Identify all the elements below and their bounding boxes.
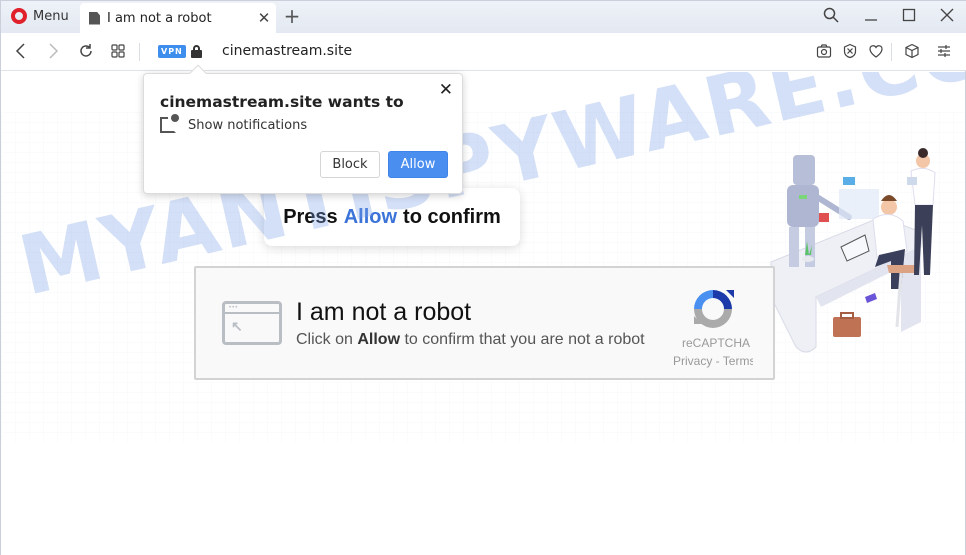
block-button[interactable]: Block (320, 151, 380, 178)
browser-window: Menu I am not a robot ✕ + VPN cinemastre… (0, 0, 966, 555)
tab-bar: Menu I am not a robot ✕ + (1, 1, 966, 33)
opera-logo-icon (11, 8, 27, 24)
notification-permission-prompt: cinemastream.site wants to ✕ Show notifi… (143, 64, 463, 194)
toolbar-divider (139, 43, 140, 61)
fake-captcha-box[interactable]: ••• ↖ I am not a robot Click on Allow to… (194, 266, 775, 380)
toolbar-divider (891, 43, 892, 61)
captcha-title: I am not a robot (296, 298, 472, 326)
prompt-title: cinemastream.site wants to (160, 93, 404, 111)
allow-button[interactable]: Allow (388, 151, 448, 178)
ad-block-icon[interactable] (841, 43, 859, 61)
lock-icon[interactable] (191, 45, 202, 58)
press-text: Press (283, 205, 338, 228)
press-confirm-text: to confirm (403, 205, 501, 228)
recaptcha-logo-icon (694, 290, 734, 328)
tab-active[interactable]: I am not a robot ✕ (80, 3, 276, 33)
vpn-badge[interactable]: VPN (158, 45, 186, 58)
office-robot-illustration (770, 148, 936, 353)
document-icon (89, 11, 100, 25)
new-tab-button[interactable]: + (283, 5, 301, 27)
reload-button[interactable] (76, 42, 96, 64)
heart-icon[interactable] (867, 43, 885, 61)
press-allow-highlight: Allow (343, 205, 398, 228)
back-button[interactable] (11, 42, 31, 64)
permission-row: Show notifications (160, 114, 308, 133)
press-allow-banner: Press Allow to confirm (264, 188, 520, 246)
search-tabs-icon[interactable] (821, 7, 841, 27)
captcha-instruction: Click on Allow to confirm that you are n… (296, 331, 645, 348)
recaptcha-label: reCAPTCHA (682, 336, 751, 350)
close-window-button[interactable] (937, 7, 957, 27)
recaptcha-privacy-terms-link[interactable]: Privacy - Terms (673, 354, 753, 368)
browser-window-icon: ••• ↖ (222, 301, 282, 345)
address-bar: VPN cinemastream.site (1, 33, 966, 71)
forward-button[interactable] (43, 42, 63, 64)
minimize-button[interactable] (861, 7, 881, 27)
notification-icon (160, 114, 179, 133)
camera-icon[interactable] (815, 43, 833, 61)
tabs-grid-button[interactable] (108, 42, 128, 64)
menu-label: Menu (33, 8, 69, 24)
settings-sliders-icon[interactable] (935, 43, 953, 61)
opera-menu-button[interactable]: Menu (11, 8, 69, 24)
prompt-close-icon[interactable]: ✕ (439, 80, 453, 100)
permission-label: Show notifications (188, 117, 308, 133)
url-field[interactable]: cinemastream.site (222, 43, 352, 59)
cube-icon[interactable] (903, 43, 921, 61)
maximize-button[interactable] (899, 7, 919, 27)
tab-close-icon[interactable]: ✕ (252, 9, 276, 27)
tab-title: I am not a robot (107, 10, 212, 26)
